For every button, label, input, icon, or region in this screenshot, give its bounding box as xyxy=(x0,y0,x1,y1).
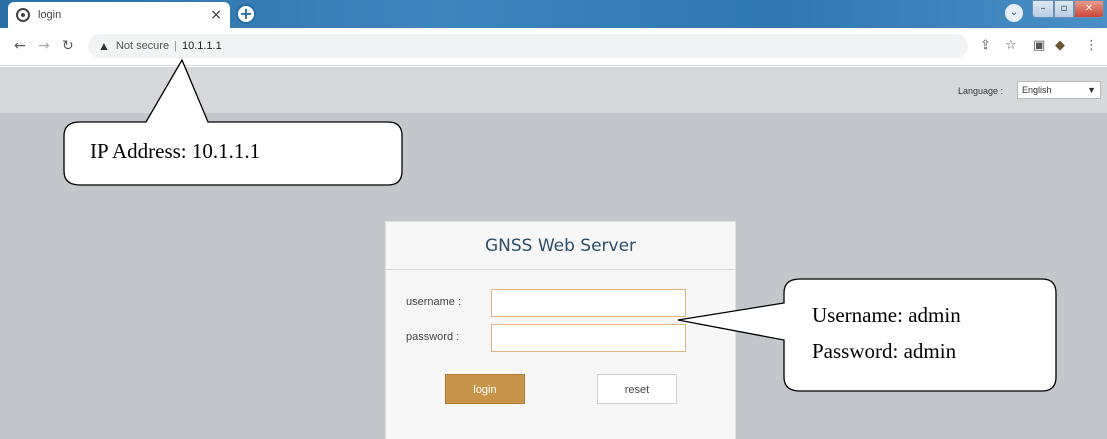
favicon-icon xyxy=(16,8,30,22)
address-bar[interactable]: ▲ Not secure | 10.1.1.1 xyxy=(88,34,968,58)
forward-arrow-icon[interactable]: → xyxy=(38,38,50,54)
url-text[interactable]: 10.1.1.1 xyxy=(182,40,222,52)
login-panel: GNSS Web Server username : password : lo… xyxy=(385,221,736,439)
language-select[interactable]: English ▼ xyxy=(1017,81,1101,99)
security-label: Not secure xyxy=(115,40,170,52)
password-input[interactable] xyxy=(491,324,686,352)
plus-icon[interactable]: + xyxy=(236,4,256,24)
tab-title: login xyxy=(38,9,62,21)
share-icon[interactable]: ⇪ xyxy=(980,38,991,54)
ip-callout-text: IP Address: 10.1.1.1 xyxy=(90,139,261,163)
sidebar-icon[interactable]: ▣ xyxy=(1033,38,1045,54)
browser-tabstrip: login × + ⌄ – ▫ ✕ xyxy=(0,0,1107,28)
close-icon[interactable]: × xyxy=(210,8,222,22)
maximize-button[interactable]: ▫ xyxy=(1054,0,1074,18)
username-callout-text: Username: admin xyxy=(812,303,961,327)
language-value: English xyxy=(1022,85,1052,95)
screenshot-root: login × + ⌄ – ▫ ✕ ← → ↻ ▲ Not secure | 1… xyxy=(0,0,1107,439)
language-label: Language : xyxy=(958,86,1004,96)
username-label: username : xyxy=(406,296,462,308)
login-title: GNSS Web Server xyxy=(386,222,735,270)
password-callout-text: Password: admin xyxy=(812,339,957,363)
url-separator: | xyxy=(174,40,177,52)
back-arrow-icon[interactable]: ← xyxy=(14,38,26,54)
browser-toolbar: ← → ↻ ▲ Not secure | 10.1.1.1 ⇪ ☆ ▣ ◆ ⋮ xyxy=(0,28,1107,66)
extension-icon[interactable]: ◆ xyxy=(1055,38,1065,54)
chevron-down-icon: ▼ xyxy=(1087,85,1096,95)
more-icon[interactable]: ⋮ xyxy=(1085,38,1098,54)
browser-tab[interactable]: login × xyxy=(8,2,230,28)
star-icon[interactable]: ☆ xyxy=(1005,38,1017,54)
login-button[interactable]: login xyxy=(445,374,525,404)
reset-button[interactable]: reset xyxy=(597,374,677,404)
minimize-button[interactable]: – xyxy=(1032,0,1054,18)
chevron-down-icon[interactable]: ⌄ xyxy=(1005,4,1023,22)
window-close-button[interactable]: ✕ xyxy=(1074,0,1104,18)
web-page: Language : English ▼ GNSS Web Server use… xyxy=(0,67,1107,439)
page-header-band: Language : English ▼ xyxy=(0,67,1107,113)
password-label: password : xyxy=(406,331,460,343)
window-controls: – ▫ ✕ xyxy=(1032,0,1104,18)
reload-icon[interactable]: ↻ xyxy=(62,38,74,54)
username-input[interactable] xyxy=(491,289,686,317)
warning-icon[interactable]: ▲ xyxy=(98,39,110,53)
